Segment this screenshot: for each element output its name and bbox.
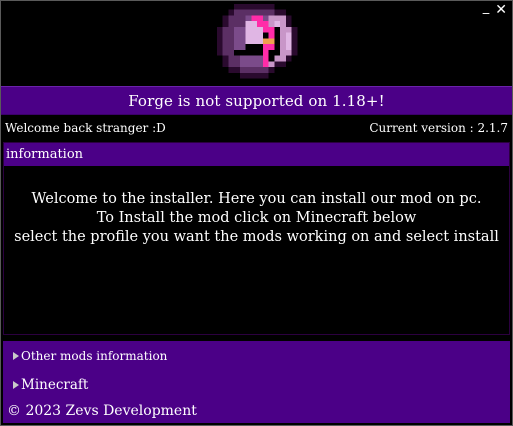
- welcome-text: Welcome back stranger :D: [5, 120, 166, 135]
- information-body: Welcome to the installer. Here you can i…: [4, 166, 509, 334]
- minecraft-expander[interactable]: Minecraft: [11, 377, 88, 393]
- information-header-label: information: [6, 147, 84, 162]
- copyright-text: © 2023 Zevs Development: [7, 403, 197, 419]
- bottom-panel: Other mods information Minecraft © 2023 …: [3, 341, 510, 423]
- installer-window: _ ✕ Forge is not supported on 1.18+! Wel…: [0, 0, 513, 426]
- minecraft-label: Minecraft: [21, 377, 89, 393]
- info-line-3: select the profile you want the mods wor…: [14, 229, 499, 245]
- logo-area: [1, 1, 512, 86]
- close-button[interactable]: ✕: [495, 3, 507, 17]
- information-text: Welcome to the installer. Here you can i…: [14, 190, 499, 247]
- info-line-1: Welcome to the installer. Here you can i…: [31, 191, 482, 207]
- status-row: Welcome back stranger :D Current version…: [1, 115, 512, 140]
- minimize-button[interactable]: _: [483, 1, 490, 14]
- expand-arrow-icon: [13, 381, 19, 389]
- information-header: information: [4, 143, 509, 166]
- info-line-2: To Install the mod click on Minecraft be…: [96, 210, 417, 226]
- other-mods-expander[interactable]: Other mods information: [11, 349, 167, 363]
- forge-warning-text: Forge is not supported on 1.18+!: [128, 91, 385, 110]
- current-version-text: Current version : 2.1.7: [369, 120, 508, 135]
- expand-arrow-icon: [13, 352, 19, 360]
- other-mods-label: Other mods information: [21, 349, 168, 363]
- window-controls: _ ✕: [483, 1, 507, 17]
- enchanted-book-icon: [216, 3, 297, 78]
- forge-warning-banner: Forge is not supported on 1.18+!: [1, 86, 512, 115]
- information-panel: information Welcome to the installer. He…: [3, 142, 510, 335]
